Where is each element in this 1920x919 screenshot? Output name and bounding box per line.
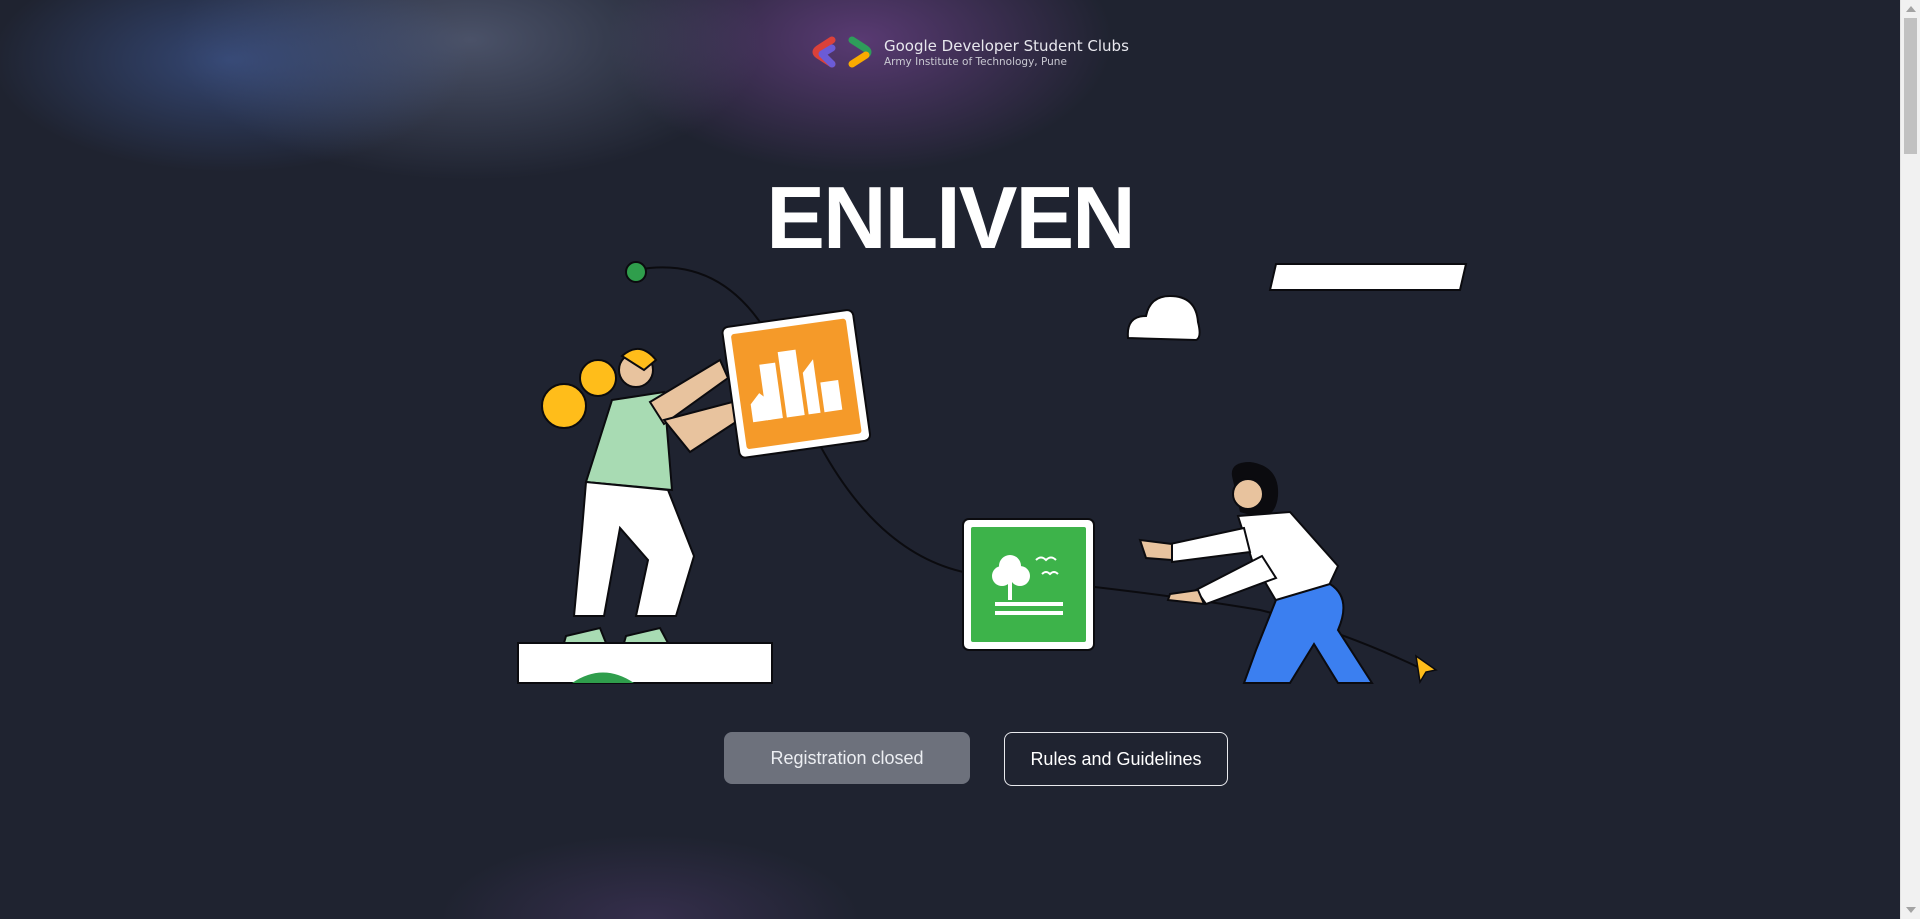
scroll-down-arrow-icon[interactable] [1906, 907, 1916, 913]
landing-page: Google Developer Student Clubs Army Inst… [0, 0, 1920, 919]
ledge-shape [1268, 263, 1468, 291]
pedestal [517, 642, 773, 684]
rules-guidelines-button[interactable]: Rules and Guidelines [1004, 732, 1228, 786]
nature-card-icon [962, 518, 1095, 651]
page-scrollbar[interactable] [1900, 0, 1920, 919]
scroll-up-arrow-icon[interactable] [1906, 6, 1916, 12]
city-card-icon [721, 309, 872, 459]
registration-closed-button[interactable]: Registration closed [724, 732, 970, 784]
scroll-thumb[interactable] [1904, 18, 1917, 154]
connector-dot [625, 261, 647, 283]
person-holding-card [541, 348, 744, 644]
cursor-arrow-icon [1414, 654, 1438, 685]
person-pulling-rope [1138, 462, 1374, 684]
cloud-icon [1126, 294, 1201, 342]
